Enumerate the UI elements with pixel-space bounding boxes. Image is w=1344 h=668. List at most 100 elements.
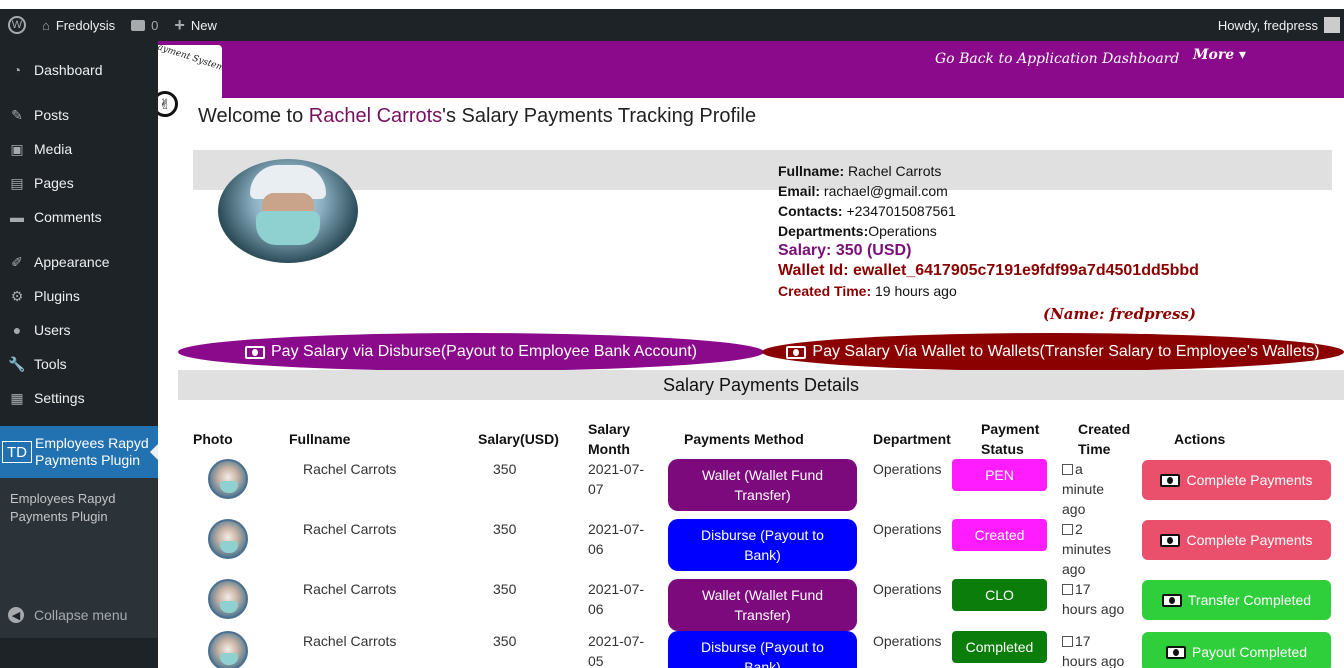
header-payment-status: Payment Status [981, 421, 1040, 457]
payout-completed-button[interactable]: Payout Completed [1142, 632, 1331, 668]
home-icon: ⌂ [42, 17, 50, 33]
row-salary-month: 2021-07- 06 [588, 581, 645, 617]
sidebar-item-label: Appearance [34, 254, 110, 270]
app-header: Go Back to Application Dashboard More ▾ [158, 41, 1344, 98]
sidebar-item-pages[interactable]: ▤ Pages [0, 166, 158, 200]
calendar-icon [1062, 584, 1073, 595]
pay-disburse-button[interactable]: Pay Salary via Disburse(Payout to Employ… [178, 333, 764, 371]
sidebar-item-label: Employees Rapyd Payments Plugin [35, 435, 149, 468]
row-avatar [208, 631, 248, 668]
sidebar-item-label: Tools [34, 356, 67, 372]
sidebar-item-label: Settings [34, 390, 85, 406]
pin-icon: ✎ [11, 106, 23, 123]
calendar-icon [1062, 464, 1073, 475]
howdy-text: Howdy, fredpress [1217, 17, 1318, 33]
settings-icon: ▦ [10, 389, 24, 406]
sidebar-item-tools[interactable]: 🔧 Tools [0, 347, 158, 381]
admin-sidebar: ◔ Dashboard ✎ Posts ▣ Media ▤ Pages ▬ Comment… [0, 41, 158, 668]
row-fullname: Rachel Carrots [303, 633, 397, 649]
row-status-badge: Created [952, 519, 1047, 551]
logged-user-name: (Name: fredpress) [1043, 305, 1197, 323]
sidebar-item-employees-rapyd[interactable]: TD Employees Rapyd Payments Plugin [0, 426, 158, 478]
sidebar-item-plugins[interactable]: ⚙ Plugins [0, 279, 158, 313]
submenu-item-employees-rapyd[interactable]: Employees Rapyd Payments Plugin [10, 490, 116, 526]
top-strip [0, 0, 1344, 9]
money-icon [1160, 533, 1181, 547]
sidebar-item-label: Dashboard [34, 62, 103, 78]
plugin-icon: ⚙ [10, 287, 24, 304]
brush-icon: ✐ [11, 253, 23, 270]
sidebar-item-label: Users [34, 322, 71, 338]
header-photo: Photo [193, 431, 233, 447]
row-payment-method: Wallet (Wallet Fund Transfer) [668, 579, 857, 631]
row-status-badge: CLO [952, 579, 1047, 611]
row-department: Operations [873, 581, 942, 597]
row-payment-method: Disburse (Payout to Bank) [668, 631, 857, 668]
money-icon [786, 345, 807, 359]
pay-wallet-label: Pay Salary Via Wallet to Wallets(Transfe… [812, 343, 1320, 360]
money-icon [1165, 645, 1186, 659]
sidebar-item-dashboard[interactable]: ◔ Dashboard [0, 53, 158, 87]
header-department: Department [873, 431, 951, 447]
complete-payments-button[interactable]: Complete Payments [1142, 520, 1331, 560]
sidebar-item-label: Posts [34, 107, 70, 123]
details-title: Salary Payments Details [178, 370, 1344, 400]
user-avatar-icon [1324, 17, 1340, 33]
sidebar-item-comments[interactable]: ▬ Comments [0, 200, 158, 234]
plugin-badge: TD [2, 441, 32, 463]
employee-name-highlight: Rachel Carrots [308, 105, 443, 127]
header-actions: Actions [1174, 431, 1226, 447]
row-created-time: 2 minutes ago [1062, 521, 1112, 577]
row-department: Operations [873, 461, 942, 477]
row-avatar [208, 579, 248, 619]
dashboard-icon: ◔ [12, 62, 22, 78]
row-fullname: Rachel Carrots [303, 521, 397, 537]
wordpress-icon: W [8, 16, 26, 34]
admin-bar: W ⌂ Fredolysis 0 + New Howdy, fredpress [0, 9, 1344, 41]
sidebar-item-media[interactable]: ▣ Media [0, 132, 158, 166]
money-icon [1160, 473, 1181, 487]
contacts-row: Contacts: +2347015087561 [778, 203, 956, 219]
collapse-icon: ◀ [8, 607, 24, 623]
created-row: Created Time: 19 hours ago [778, 283, 957, 299]
sidebar-item-appearance[interactable]: ✐ Appearance [0, 245, 158, 279]
comments-item[interactable]: 0 [123, 9, 166, 41]
row-department: Operations [873, 633, 942, 649]
row-payment-method: Wallet (Wallet Fund Transfer) [668, 459, 857, 511]
row-status-badge: Completed [952, 631, 1047, 663]
row-salary: 350 [493, 461, 517, 477]
collapse-label: Collapse menu [34, 607, 128, 623]
more-dropdown[interactable]: More ▾ [1193, 47, 1246, 63]
complete-payments-button[interactable]: Complete Payments [1142, 460, 1331, 500]
row-avatar [208, 519, 248, 559]
row-fullname: Rachel Carrots [303, 581, 397, 597]
wrench-icon: 🔧 [8, 355, 26, 372]
page-title: Welcome to Rachel Carrots's Salary Payme… [198, 105, 757, 127]
row-department: Operations [873, 521, 942, 537]
row-created-time: 17 hours ago [1062, 633, 1125, 668]
site-name-item[interactable]: ⌂ Fredolysis [34, 9, 123, 41]
sidebar-item-settings[interactable]: ▦ Settings [0, 381, 158, 415]
wordpress-logo-item[interactable]: W [0, 9, 34, 41]
row-payment-method: Disburse (Payout to Bank) [668, 519, 857, 571]
logo-emblem-icon: ✌ [158, 91, 178, 117]
row-salary: 350 [493, 521, 517, 537]
transfer-completed-button[interactable]: Transfer Completed [1142, 580, 1331, 620]
money-icon [245, 345, 265, 359]
sidebar-item-label: Comments [34, 209, 102, 225]
sidebar-item-users[interactable]: ● Users [0, 313, 158, 347]
row-status-badge: PEN [952, 459, 1047, 491]
plus-icon: + [174, 14, 185, 35]
employee-photo [218, 159, 358, 263]
collapse-menu-button[interactable]: ◀ Collapse menu [8, 607, 127, 623]
calendar-icon [1062, 524, 1073, 535]
media-icon: ▣ [10, 140, 24, 157]
header-payments-method: Payments Method [684, 431, 804, 447]
account-item[interactable]: Howdy, fredpress [1218, 17, 1344, 33]
go-back-link[interactable]: Go Back to Application Dashboard [935, 51, 1179, 67]
new-item[interactable]: + New [166, 9, 225, 41]
sidebar-item-posts[interactable]: ✎ Posts [0, 98, 158, 132]
row-salary: 350 [493, 633, 517, 649]
pay-wallet-button[interactable]: Pay Salary Via Wallet to Wallets(Transfe… [762, 333, 1344, 371]
sidebar-item-label: Media [34, 141, 73, 157]
